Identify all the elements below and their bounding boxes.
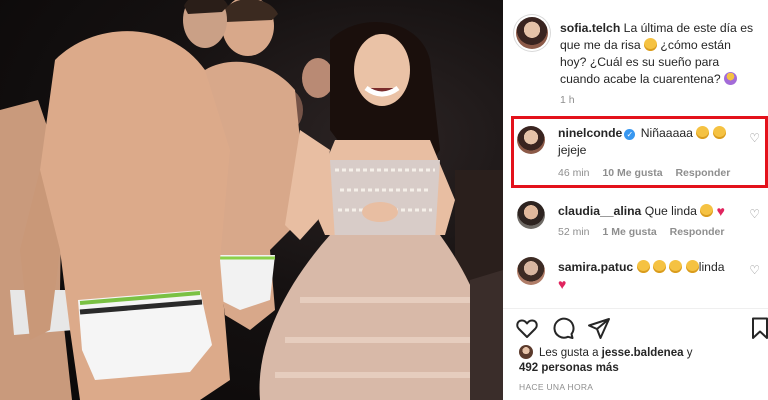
grinning-emoji-icon — [652, 260, 666, 273]
comment-item: ninelconde ✓ Niñaaaaa jejeje 46 min 10 Me… — [503, 125, 768, 185]
photo-illustration — [0, 0, 503, 400]
comment-item: claudia__alina Que linda ♥ 52 min 1 Me g… — [503, 201, 768, 241]
screaming-face-emoji-icon — [696, 126, 710, 139]
caption-author[interactable]: sofia.telch — [560, 21, 620, 35]
red-heart-icon: ♥ — [716, 203, 725, 219]
dress-bodice — [330, 160, 440, 240]
comment-text: samira.patuc linda ♥ — [558, 259, 743, 293]
comment-heart-icon[interactable]: ♡ — [749, 131, 760, 145]
comment-time[interactable]: 52 min — [558, 226, 590, 238]
bg-head-1 — [302, 58, 334, 98]
heart-icon[interactable] — [515, 316, 539, 340]
bookmark-icon[interactable] — [748, 316, 768, 340]
grinning-emoji-icon — [669, 260, 683, 273]
heart-eyes-emoji-icon — [700, 204, 714, 217]
post-timestamp[interactable]: HACE UNA HORA — [519, 382, 593, 392]
share-icon[interactable] — [587, 316, 611, 340]
author-avatar[interactable] — [516, 17, 548, 49]
comment-text: ninelconde ✓ Niñaaaaa jejeje — [558, 125, 743, 159]
comment-body: linda — [698, 260, 725, 274]
comment-meta: 46 min 10 Me gusta Responder — [558, 167, 740, 179]
liker-avatar — [519, 345, 533, 359]
comment-meta: 52 min 1 Me gusta Responder — [558, 226, 734, 238]
likes-joiner: y — [686, 347, 693, 359]
comment-likes[interactable]: 10 Me gusta — [602, 167, 662, 179]
grinning-sweat-emoji-icon — [712, 126, 726, 139]
laughing-emoji-icon — [644, 38, 658, 51]
comment-body: Que linda — [644, 204, 697, 218]
verified-badge-icon: ✓ — [624, 129, 636, 140]
likes-prefix: Les gusta a — [539, 347, 599, 359]
comment-item: samira.patuc linda ♥ ♡ — [503, 257, 768, 305]
comment-icon[interactable] — [551, 316, 575, 340]
comment-heart-icon[interactable]: ♡ — [749, 263, 760, 277]
comment-avatar[interactable] — [517, 257, 545, 285]
comment-body-2: jejeje — [558, 143, 587, 157]
post-caption: sofia.telch La última de este día es que… — [560, 20, 760, 88]
comment-likes[interactable]: 1 Me gusta — [602, 226, 656, 238]
comment-body: Niñaaaaa — [640, 126, 693, 140]
liker-username[interactable]: jesse.baldenea — [602, 347, 684, 359]
comment-time[interactable]: 46 min — [558, 167, 590, 179]
reply-button[interactable]: Responder — [670, 226, 725, 238]
likes-summary: Les gusta a jesse.baldenea y 492 persona… — [519, 345, 759, 376]
comment-avatar[interactable] — [517, 201, 545, 229]
red-heart-icon: ♥ — [558, 276, 567, 292]
comment-username[interactable]: claudia__alina — [558, 204, 641, 218]
action-bar — [515, 316, 768, 340]
grinning-emoji-icon — [636, 260, 650, 273]
comment-heart-icon[interactable]: ♡ — [749, 207, 760, 221]
comment-text: claudia__alina Que linda ♥ — [558, 203, 743, 220]
reply-button[interactable]: Responder — [675, 167, 730, 179]
comment-username[interactable]: ninelconde — [558, 126, 622, 140]
comment-avatar[interactable] — [517, 126, 545, 154]
comment-username[interactable]: samira.patuc — [558, 260, 633, 274]
divider — [503, 308, 768, 309]
post-photo — [0, 0, 503, 400]
likes-others[interactable]: 492 personas más — [519, 362, 619, 374]
grinning-emoji-icon — [685, 260, 699, 273]
person-shrugging-emoji-icon — [724, 72, 737, 85]
caption-timestamp[interactable]: 1 h — [560, 94, 575, 106]
post-sidebar: sofia.telch La última de este día es que… — [503, 0, 768, 400]
